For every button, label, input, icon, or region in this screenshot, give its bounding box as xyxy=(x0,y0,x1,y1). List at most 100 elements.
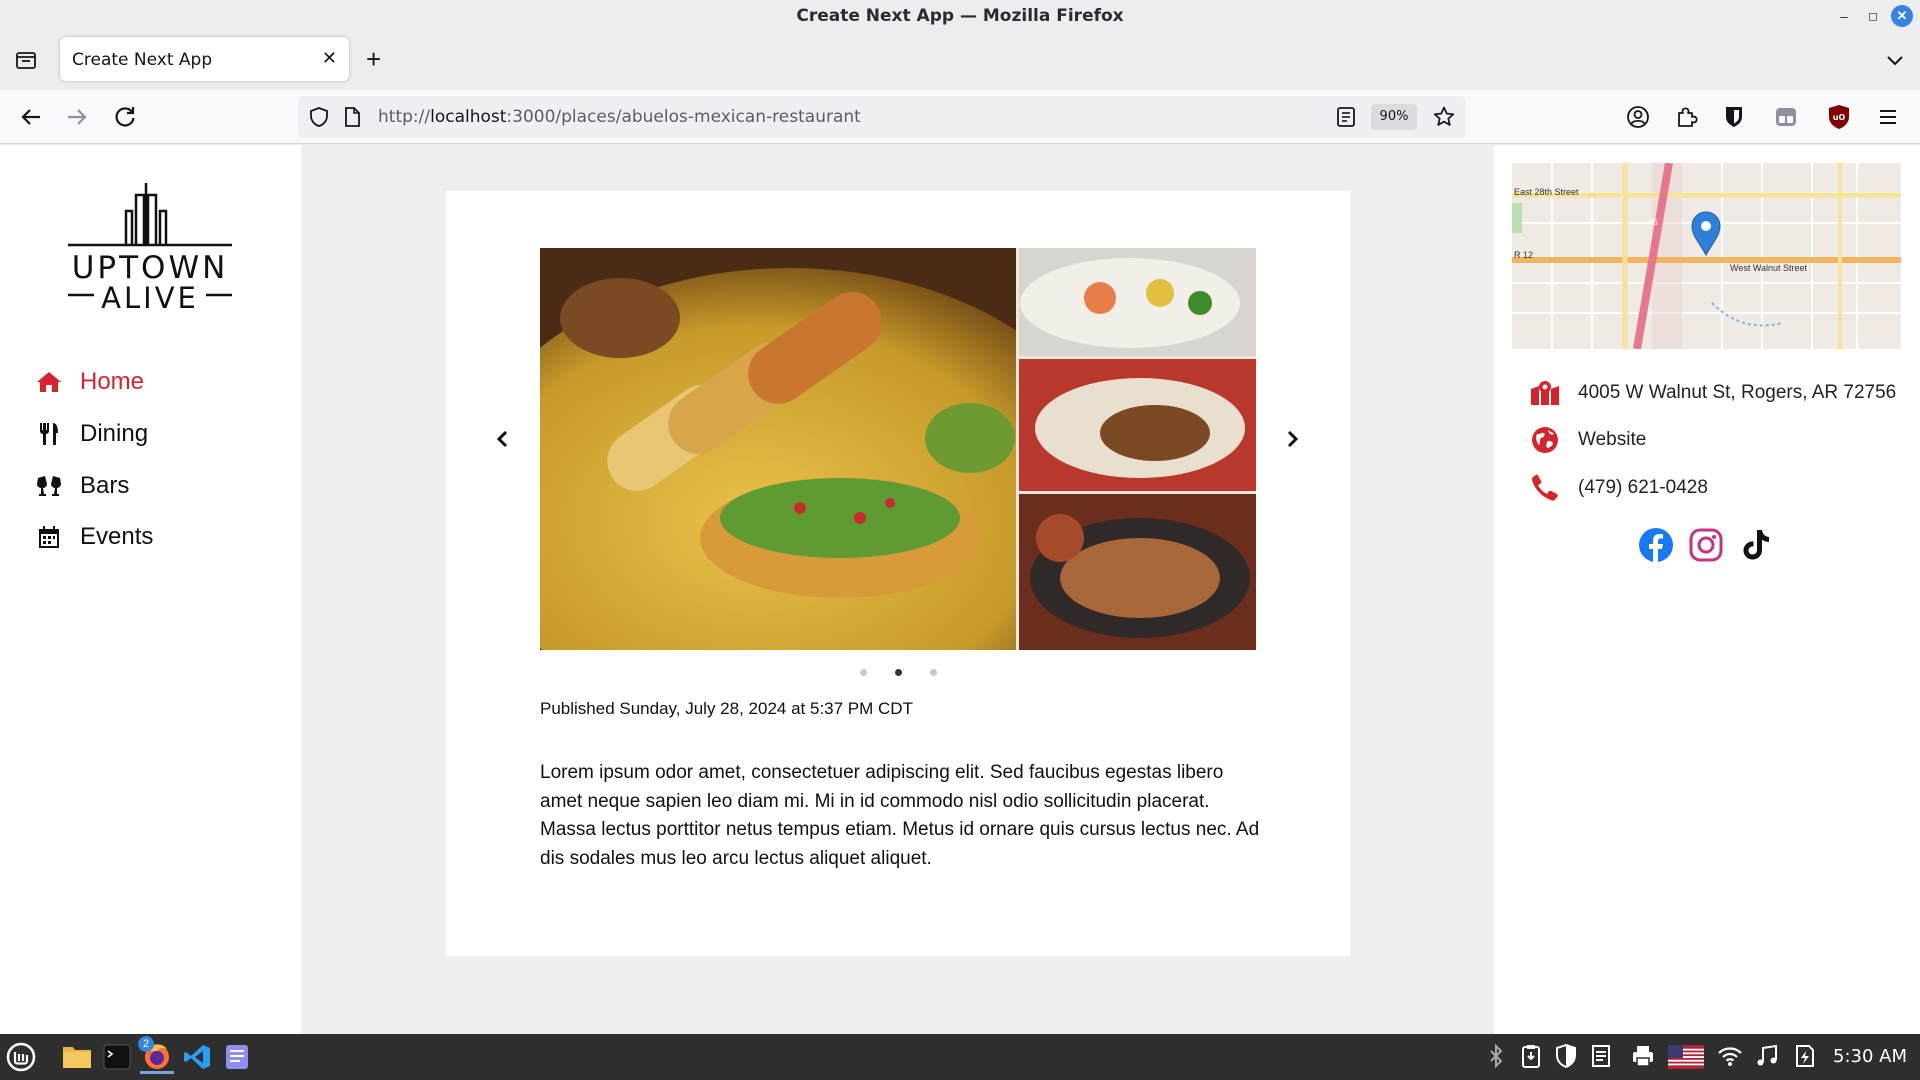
container-extension-icon[interactable] xyxy=(1773,104,1799,130)
ublock-origin-icon[interactable]: uO xyxy=(1826,103,1852,131)
url-bar[interactable]: http://localhost:3000/places/abuelos-mex… xyxy=(298,96,1466,138)
clipboard-icon[interactable] xyxy=(1518,1043,1544,1069)
zoom-reset-button[interactable]: 90% xyxy=(1371,104,1417,130)
files-app-button[interactable] xyxy=(60,1040,94,1074)
arrow-left-icon xyxy=(21,109,40,125)
place-info-panel: East 28th Street R 12 85 West Walnut Str… xyxy=(1494,145,1920,1034)
chevron-down-icon xyxy=(1887,56,1903,66)
tab-close-icon[interactable]: ✕ xyxy=(322,48,337,69)
tracking-shield-icon[interactable] xyxy=(308,106,330,128)
vscode-icon xyxy=(184,1045,210,1069)
text-editor-icon xyxy=(226,1045,248,1069)
uptown-alive-logo[interactable]: UPTOWN ALIVE xyxy=(66,181,234,315)
menu-button[interactable] xyxy=(4,1040,38,1074)
phone-number[interactable]: (479) 621-0428 xyxy=(1578,477,1708,499)
carousel-prev-button[interactable] xyxy=(491,427,515,451)
carousel-dot-2[interactable] xyxy=(894,669,902,676)
map-label-street1: East 28th Street xyxy=(1514,187,1579,197)
nav-label-dining: Dining xyxy=(80,420,149,447)
website-link[interactable]: Website xyxy=(1578,429,1646,451)
battery-power-icon[interactable] xyxy=(1792,1043,1818,1069)
carousel-next-button[interactable] xyxy=(1280,427,1304,451)
nav-label-home: Home xyxy=(80,368,145,395)
extensions-puzzle-icon[interactable] xyxy=(1674,104,1700,130)
nav-item-home[interactable]: Home xyxy=(36,364,144,400)
phone-icon xyxy=(1530,473,1560,503)
minimize-button[interactable]: – xyxy=(1833,5,1855,27)
globe-icon xyxy=(1530,425,1560,455)
facebook-icon[interactable] xyxy=(1638,527,1674,563)
nav-item-dining[interactable]: Dining xyxy=(36,416,148,452)
url-scheme: http:// xyxy=(378,107,431,127)
hamburger-menu-icon[interactable] xyxy=(1876,105,1900,129)
site-sidebar: UPTOWN ALIVE Home Dining Bars Events xyxy=(0,145,301,1034)
firefox-view-icon xyxy=(16,52,36,69)
terminal-icon xyxy=(103,1044,131,1070)
place-card: Published Sunday, July 28, 2024 at 5:37 … xyxy=(446,191,1350,956)
firefox-window-count-badge: 2 xyxy=(138,1036,154,1052)
account-icon[interactable] xyxy=(1625,104,1651,130)
carousel-dot-1[interactable] xyxy=(859,669,867,676)
map-label-highway: 85 xyxy=(1649,218,1658,227)
bluetooth-icon[interactable] xyxy=(1483,1043,1509,1069)
mint-logo-icon xyxy=(6,1042,36,1072)
place-description: Lorem ipsum odor amet, consectetuer adip… xyxy=(540,762,1260,869)
chevron-left-icon xyxy=(496,430,508,448)
address-text[interactable]: 4005 W Walnut St, Rogers, AR 72756 xyxy=(1578,382,1896,404)
bitwarden-icon[interactable] xyxy=(1721,104,1747,130)
carousel-dot-3[interactable] xyxy=(929,669,937,676)
folder-icon xyxy=(63,1047,91,1068)
back-button[interactable] xyxy=(17,103,45,131)
nav-toolbar: http://localhost:3000/places/abuelos-mex… xyxy=(0,90,1920,144)
shield-update-icon[interactable] xyxy=(1553,1043,1579,1069)
website-row[interactable]: Website xyxy=(1530,424,1646,456)
clock[interactable]: 5:30 AM xyxy=(1833,1046,1907,1067)
utensils-icon xyxy=(36,421,62,447)
instagram-icon[interactable] xyxy=(1688,527,1724,563)
list-all-tabs-button[interactable] xyxy=(1883,48,1907,72)
terminal-app-button[interactable] xyxy=(100,1040,134,1074)
vscode-app-button[interactable] xyxy=(180,1040,214,1074)
chevron-right-icon xyxy=(1287,430,1299,448)
home-icon xyxy=(36,369,62,395)
page-info-icon[interactable] xyxy=(342,106,362,128)
new-tab-button[interactable]: + xyxy=(366,46,381,72)
nav-label-bars: Bars xyxy=(80,472,130,499)
system-taskbar: 2 5:30 AM xyxy=(0,1034,1920,1080)
firefox-app-button[interactable]: 2 xyxy=(138,1036,174,1074)
forward-button[interactable] xyxy=(63,103,91,131)
nav-item-bars[interactable]: Bars xyxy=(36,468,129,504)
tab-title: Create Next App xyxy=(72,50,213,70)
arrow-right-icon xyxy=(68,109,87,125)
svg-text:uO: uO xyxy=(1833,113,1846,122)
wifi-icon[interactable] xyxy=(1717,1043,1743,1069)
url-host: localhost xyxy=(430,107,507,127)
window-title: Create Next App — Mozilla Firefox xyxy=(796,6,1124,26)
firefox-view-button[interactable] xyxy=(14,48,38,72)
location-map[interactable]: East 28th Street R 12 85 West Walnut Str… xyxy=(1512,163,1901,349)
main-content: Published Sunday, July 28, 2024 at 5:37 … xyxy=(301,145,1494,1034)
close-window-button[interactable]: ✕ xyxy=(1891,5,1913,27)
tiktok-icon[interactable] xyxy=(1738,527,1774,563)
url-text[interactable]: http://localhost:3000/places/abuelos-mex… xyxy=(378,107,861,127)
reload-icon xyxy=(115,107,135,127)
calendar-icon xyxy=(36,524,62,550)
text-editor-app-button[interactable] xyxy=(220,1040,254,1074)
reader-view-icon[interactable] xyxy=(1335,106,1357,128)
bookmark-star-icon[interactable] xyxy=(1432,105,1456,129)
us-flag-keyboard-layout-icon[interactable] xyxy=(1668,1045,1704,1069)
url-path: :3000/places/abuelos-mexican-restaurant xyxy=(506,107,861,127)
tab-create-next-app[interactable]: Create Next App ✕ xyxy=(60,37,349,81)
reload-button[interactable] xyxy=(111,103,139,131)
music-note-icon[interactable] xyxy=(1754,1043,1780,1069)
phone-row: (479) 621-0428 xyxy=(1530,472,1708,504)
maximize-button[interactable]: ◻ xyxy=(1862,5,1884,27)
notes-icon[interactable] xyxy=(1588,1043,1614,1069)
carousel-image[interactable] xyxy=(540,248,1256,650)
map-label-route: R 12 xyxy=(1514,250,1534,260)
nav-item-events[interactable]: Events xyxy=(36,519,153,555)
glasses-cheers-icon xyxy=(36,473,62,499)
carousel-dots xyxy=(446,669,1350,676)
window-titlebar: Create Next App — Mozilla Firefox – ◻ ✕ xyxy=(0,0,1920,32)
printer-icon[interactable] xyxy=(1630,1043,1656,1069)
